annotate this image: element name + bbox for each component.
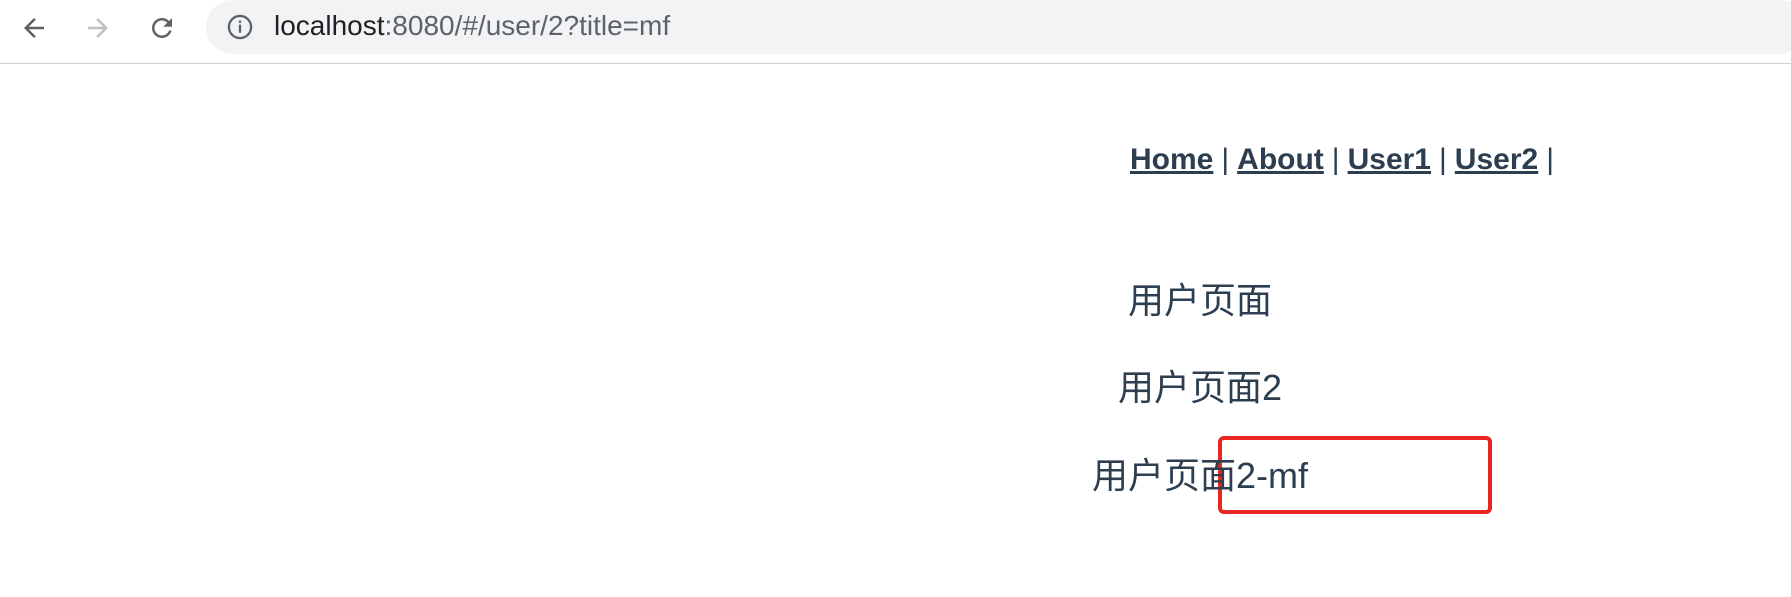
url-text[interactable]: localhost:8080/#/user/2?title=mf <box>274 8 670 44</box>
address-bar[interactable]: localhost:8080/#/user/2?title=mf <box>206 0 1791 54</box>
reload-button[interactable] <box>140 6 184 50</box>
nav-link-user1[interactable]: User1 <box>1348 143 1431 176</box>
app-root: Home | About | User1 | User2 | 用户页面 用户页面2 用户页面2… <box>0 64 1791 597</box>
browser-toolbar: localhost:8080/#/user/2?title=mf <box>0 0 1791 64</box>
nav-separator: | <box>1331 143 1340 176</box>
user-page-heading: 用户页面 <box>1042 279 1358 323</box>
reload-icon <box>152 18 172 38</box>
nav-separator: | <box>1221 143 1230 176</box>
user-page-heading-title-text: 用户页面2-mf <box>1091 455 1308 496</box>
forward-button[interactable] <box>76 6 120 50</box>
nav-separator: | <box>1546 143 1554 176</box>
url-host: localhost <box>274 10 385 41</box>
user-page-heading-text: 用户页面 <box>1127 280 1272 321</box>
back-button[interactable] <box>12 6 56 50</box>
main-nav: Home | About | User1 | User2 | <box>1130 140 1562 180</box>
user-page-heading-2-text: 用户页面2 <box>1117 367 1283 408</box>
url-path: :8080/#/user/2?title=mf <box>384 10 671 41</box>
nav-separator: | <box>1439 143 1447 176</box>
info-icon[interactable] <box>226 13 254 41</box>
arrow-left-icon <box>24 18 44 38</box>
user-page-heading-title: 用户页面2-mf <box>1042 454 1358 498</box>
nav-link-user2[interactable]: User2 <box>1455 143 1538 176</box>
user-page-heading-2: 用户页面2 <box>1042 366 1358 410</box>
nav-link-home[interactable]: Home <box>1130 143 1213 176</box>
arrow-right-icon <box>88 18 108 38</box>
nav-link-about[interactable]: About <box>1237 143 1324 176</box>
